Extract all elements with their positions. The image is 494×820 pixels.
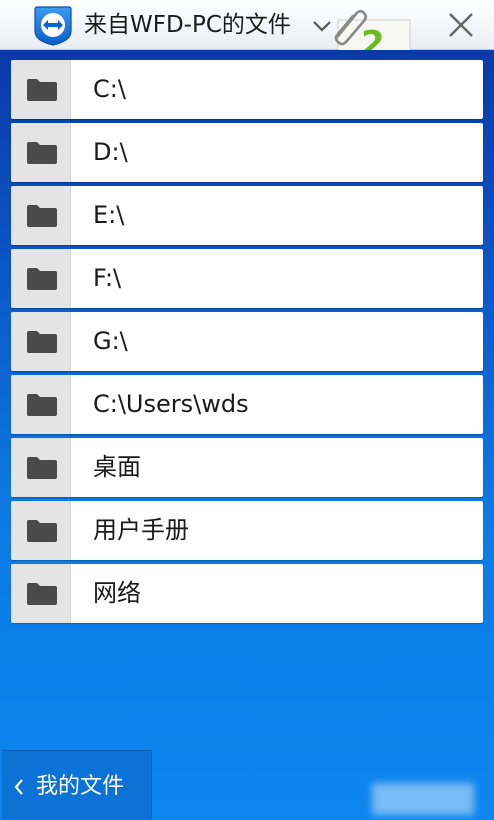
folder-icon [27, 394, 57, 416]
folder-label: 用户手册 [93, 516, 189, 544]
folder-label: F:\ [93, 264, 122, 292]
folder-icon [27, 268, 57, 290]
teamviewer-icon [34, 6, 72, 46]
blurred-watermark [372, 783, 474, 815]
folder-icon-cell [11, 123, 71, 182]
folder-icon [27, 331, 57, 353]
folder-icon-cell [11, 375, 71, 434]
back-label: 我的文件 [36, 774, 125, 799]
folder-icon-cell [11, 564, 71, 623]
folder-item[interactable]: 用户手册 [11, 501, 483, 560]
folder-label: C:\ [93, 75, 126, 103]
folder-label: 网络 [93, 579, 141, 607]
folder-label: G:\ [93, 327, 128, 355]
folder-icon-cell [11, 438, 71, 497]
folder-label: C:\Users\wds [93, 390, 249, 418]
paperclip-icon [334, 9, 368, 46]
folder-icon-cell [11, 249, 71, 308]
folder-label: 桌面 [93, 453, 141, 481]
folder-icon-cell [11, 501, 71, 560]
chevron-left-icon [14, 779, 23, 795]
folder-item[interactable]: 网络 [11, 564, 483, 623]
page-title: 来自WFD-PC的文件 [84, 12, 291, 38]
folder-item[interactable]: D:\ [11, 123, 483, 182]
folder-icon [27, 457, 57, 479]
folder-label: E:\ [93, 201, 125, 229]
close-icon[interactable] [446, 10, 476, 40]
back-button[interactable]: 我的文件 [2, 750, 152, 820]
folder-item[interactable]: E:\ [11, 186, 483, 245]
file-browser-panel: C:\ D:\ E:\ F:\ G:\ C:\Users\wds 桌面用户手册网络 [0, 50, 494, 820]
folder-list: C:\ D:\ E:\ F:\ G:\ C:\Users\wds 桌面用户手册网络 [11, 60, 483, 627]
folder-icon [27, 583, 57, 605]
folder-icon-cell [11, 186, 71, 245]
folder-item[interactable]: C:\Users\wds [11, 375, 483, 434]
folder-icon-cell [11, 312, 71, 371]
folder-icon [27, 520, 57, 542]
folder-label: D:\ [93, 138, 128, 166]
folder-icon-cell [11, 60, 71, 119]
folder-icon [27, 79, 57, 101]
folder-icon [27, 205, 57, 227]
folder-item[interactable]: G:\ [11, 312, 483, 371]
title-bar: 来自WFD-PC的文件 2 [0, 0, 494, 75]
folder-icon [27, 142, 57, 164]
folder-item[interactable]: C:\ [11, 60, 483, 119]
folder-item[interactable]: 桌面 [11, 438, 483, 497]
folder-item[interactable]: F:\ [11, 249, 483, 308]
